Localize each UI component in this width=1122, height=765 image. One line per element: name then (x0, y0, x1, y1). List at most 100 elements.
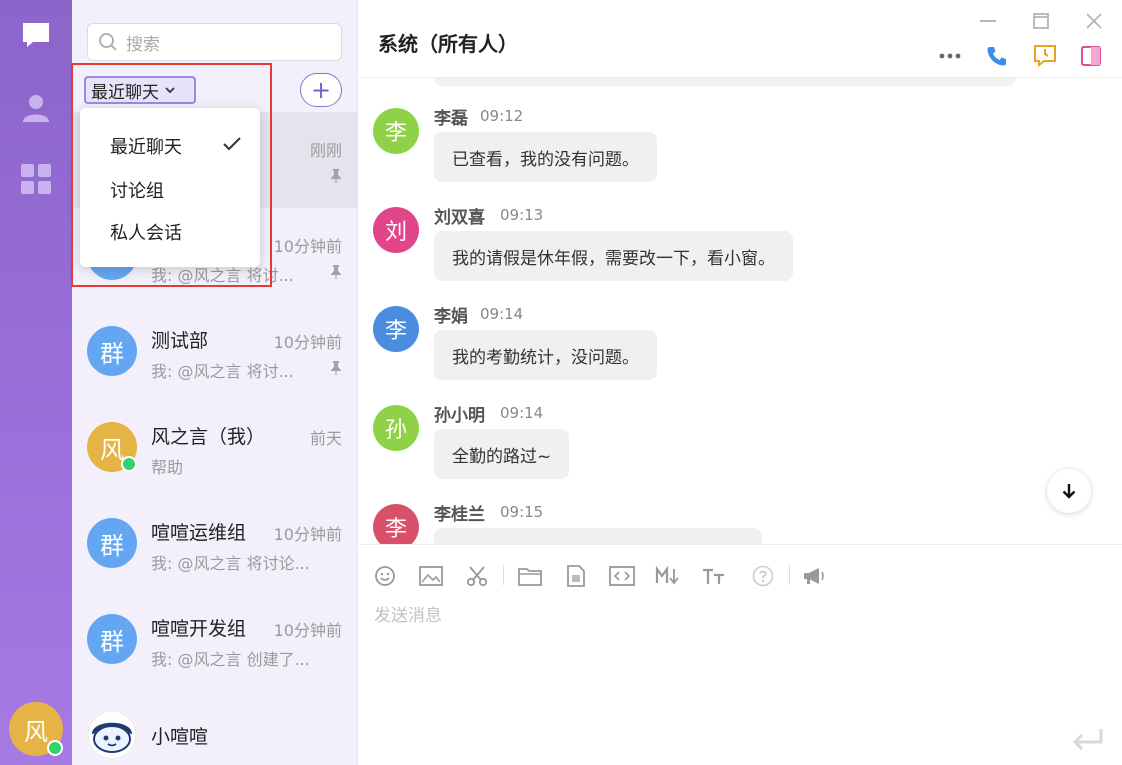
sidebar-panel-icon (1081, 46, 1101, 66)
message-time: 09:12 (480, 107, 524, 125)
image-button[interactable] (418, 563, 444, 589)
sender-name[interactable]: 孙小明 (434, 401, 485, 426)
scroll-to-bottom-button[interactable] (1047, 469, 1091, 513)
search-input[interactable]: 搜索 (87, 23, 342, 61)
scissors-icon (466, 566, 488, 587)
more-options-button[interactable] (938, 44, 962, 68)
message-time: 09:14 (480, 305, 524, 323)
conversation-preview: 我: @风之言 将讨... (151, 362, 294, 381)
conversation-name: 风之言（我） (151, 426, 266, 448)
close-icon (1086, 13, 1102, 29)
chevron-down-icon (165, 87, 175, 94)
sender-avatar[interactable]: 孙 (373, 405, 419, 451)
contacts-icon[interactable] (19, 91, 53, 125)
conversation-item[interactable]: 小喧喧 (72, 688, 357, 765)
conversation-avatar: 群 (87, 326, 137, 376)
sender-name[interactable]: 李桂兰 (434, 500, 485, 525)
conversation-avatar: 风 (87, 422, 137, 472)
toolbar-divider (503, 565, 504, 585)
bot-avatar (87, 710, 137, 760)
message-bubble: 我的请假是休年假，需要改一下，看小窗。 (434, 231, 793, 281)
chat-filter-menu: 最近聊天 讨论组 私人会话 (80, 108, 260, 267)
sender-name[interactable]: 刘双喜 (434, 203, 485, 228)
sender-avatar[interactable]: 刘 (373, 207, 419, 253)
code-button[interactable] (609, 563, 635, 589)
search-icon (99, 33, 117, 51)
message-bubble (434, 528, 762, 544)
history-button[interactable] (1033, 44, 1057, 68)
chat-icon[interactable] (19, 18, 53, 52)
markdown-button[interactable] (655, 563, 681, 589)
conversation-time: 10分钟前 (273, 621, 342, 640)
conversation-name: 小喧喧 (151, 726, 209, 748)
minimize-button[interactable] (977, 10, 999, 32)
image-icon (419, 566, 443, 586)
folder-icon (518, 568, 542, 586)
sender-name[interactable]: 李娟 (434, 302, 468, 327)
arrow-down-icon (1062, 484, 1076, 499)
close-button[interactable] (1083, 10, 1105, 32)
search-placeholder: 搜索 (126, 34, 160, 55)
conversation-item[interactable]: 风 风之言（我） 前天 帮助 (72, 400, 357, 496)
message-time: 09:15 (500, 503, 544, 521)
document-icon (567, 565, 585, 587)
user-avatar-letter: 风 (24, 717, 48, 746)
message-list: 李 李磊 09:12 已查看，我的没有问题。 刘 刘双喜 09:13 我的请假是… (359, 78, 1122, 544)
add-chat-button[interactable]: + (300, 73, 342, 107)
chat-filter-dropdown[interactable]: 最近聊天 (84, 76, 196, 104)
sender-avatar[interactable]: 李 (373, 108, 419, 154)
toolbar-divider (789, 565, 790, 585)
maximize-button[interactable] (1030, 10, 1052, 32)
screenshot-button[interactable] (464, 563, 490, 589)
call-button[interactable] (985, 44, 1009, 68)
pin-icon (331, 265, 341, 279)
sender-avatar[interactable]: 李 (373, 504, 419, 544)
online-status-dot (121, 456, 137, 472)
message-time: 09:13 (500, 206, 544, 224)
message-bubble: 全勤的路过~ (434, 429, 570, 479)
phone-icon (987, 47, 1006, 66)
menu-item-discussion-groups[interactable]: 讨论组 (110, 177, 164, 203)
help-button[interactable] (750, 563, 776, 589)
pin-icon (331, 169, 341, 183)
more-dots-icon (939, 53, 961, 59)
message-time: 09:14 (500, 404, 544, 422)
conversation-time: 10分钟前 (273, 333, 342, 352)
menu-item-recent-chats[interactable]: 最近聊天 (110, 133, 182, 159)
user-avatar[interactable]: 风 (9, 702, 63, 756)
help-icon (752, 565, 774, 587)
file-button[interactable] (517, 563, 543, 589)
conversation-name: 测试部 (151, 330, 209, 352)
conversation-item[interactable]: 群 测试部 10分钟前 我: @风之言 将讨... (72, 304, 357, 400)
sender-avatar[interactable]: 李 (373, 306, 419, 352)
bot-face-icon (87, 710, 137, 760)
plus-icon: + (310, 76, 332, 104)
message-bubble: 我的考勤统计，没问题。 (434, 330, 657, 380)
menu-item-private-chats[interactable]: 私人会话 (110, 219, 182, 245)
message-bubble: 已查看，我的没有问题。 (434, 132, 657, 182)
text-format-button[interactable] (701, 563, 727, 589)
conversation-avatar-letter: 风 (100, 435, 124, 464)
sidebar-toggle-button[interactable] (1079, 44, 1103, 68)
conversation-preview: 帮助 (151, 458, 184, 477)
chat-header: 系统（所有人） (359, 0, 1122, 78)
document-button[interactable] (563, 563, 589, 589)
checkmark-icon (223, 137, 241, 151)
apps-grid-icon[interactable] (19, 162, 53, 196)
conversation-item[interactable]: 群 喧喧运维组 10分钟前 我: @风之言 将讨论... (72, 496, 357, 592)
conversation-item[interactable]: 群 喧喧开发组 10分钟前 我: @风之言 创建了... (72, 592, 357, 688)
conversation-name: 喧喧开发组 (151, 618, 247, 640)
message-composer: 发送消息 (359, 544, 1122, 765)
emoji-button[interactable] (372, 563, 398, 589)
clock-chat-icon (1034, 45, 1056, 68)
conversation-avatar: 群 (87, 518, 137, 568)
minimize-icon (980, 20, 996, 22)
maximize-icon (1033, 13, 1049, 29)
previous-message-bubble (434, 78, 1016, 86)
markdown-icon (655, 566, 679, 585)
broadcast-button[interactable] (801, 563, 827, 589)
send-enter-icon[interactable] (1071, 727, 1105, 753)
code-icon (609, 566, 635, 586)
sender-name[interactable]: 李磊 (434, 104, 468, 129)
message-input[interactable]: 发送消息 (374, 601, 442, 626)
